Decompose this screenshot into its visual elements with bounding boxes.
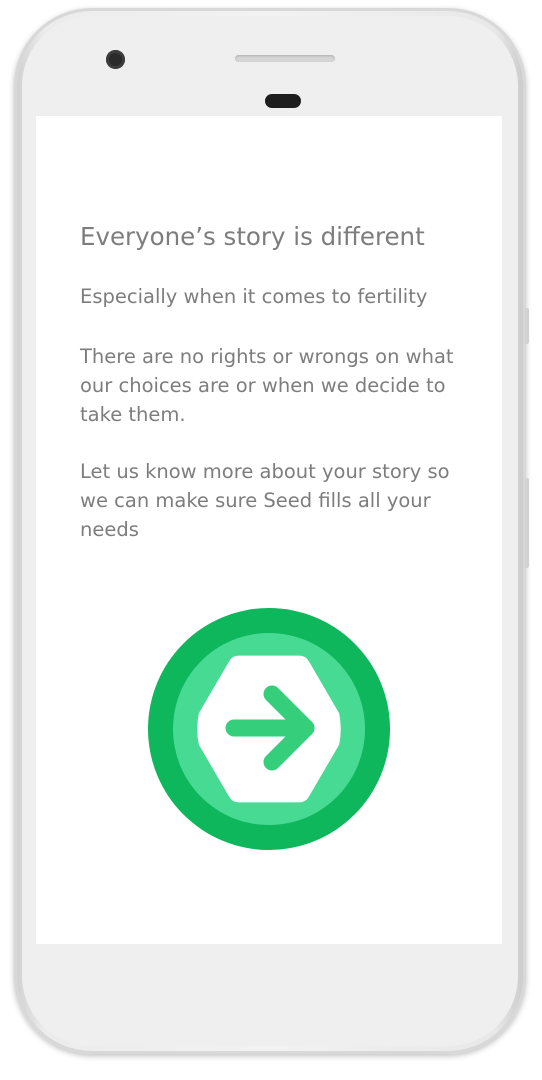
speaker-grille <box>235 55 335 62</box>
next-button-graphic <box>148 608 390 850</box>
intro-paragraph-1: Especially when it comes to fertility <box>80 285 428 308</box>
proximity-sensor <box>265 94 301 108</box>
volume-button <box>525 308 529 344</box>
next-button[interactable] <box>148 608 390 850</box>
power-button <box>525 478 529 568</box>
intro-paragraph-3: Let us know more about your story so we … <box>80 460 450 541</box>
app-screen: Everyone’s story is different Especially… <box>36 116 502 944</box>
front-camera-icon <box>106 50 125 69</box>
intro-paragraph-2: There are no rights or wrongs on what ou… <box>80 345 454 426</box>
page-title: Everyone’s story is different <box>80 222 425 251</box>
